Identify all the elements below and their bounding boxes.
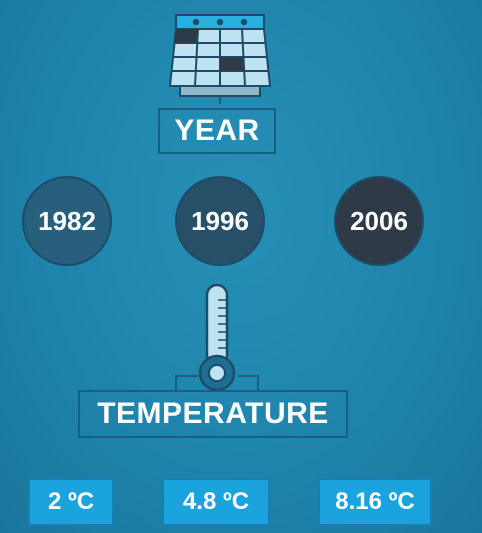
year-2006-circle: 2006 xyxy=(334,176,424,266)
year-1996-circle: 1996 xyxy=(175,176,265,266)
temperature-value-1982: 2 ºC xyxy=(28,478,114,526)
year-1982-circle: 1982 xyxy=(22,176,112,266)
temperature-label: TEMPERATURE xyxy=(78,390,348,438)
temperature-value-2006: 8.16 ºC xyxy=(318,478,432,526)
temperature-value-1996: 4.8 ºC xyxy=(162,478,270,526)
year-label: YEAR xyxy=(158,108,276,154)
calendar-icon xyxy=(168,14,272,104)
infographic-canvas: YEAR 1982 1996 2006 TEMPERATURE 2 ºC 4.8… xyxy=(0,0,482,533)
